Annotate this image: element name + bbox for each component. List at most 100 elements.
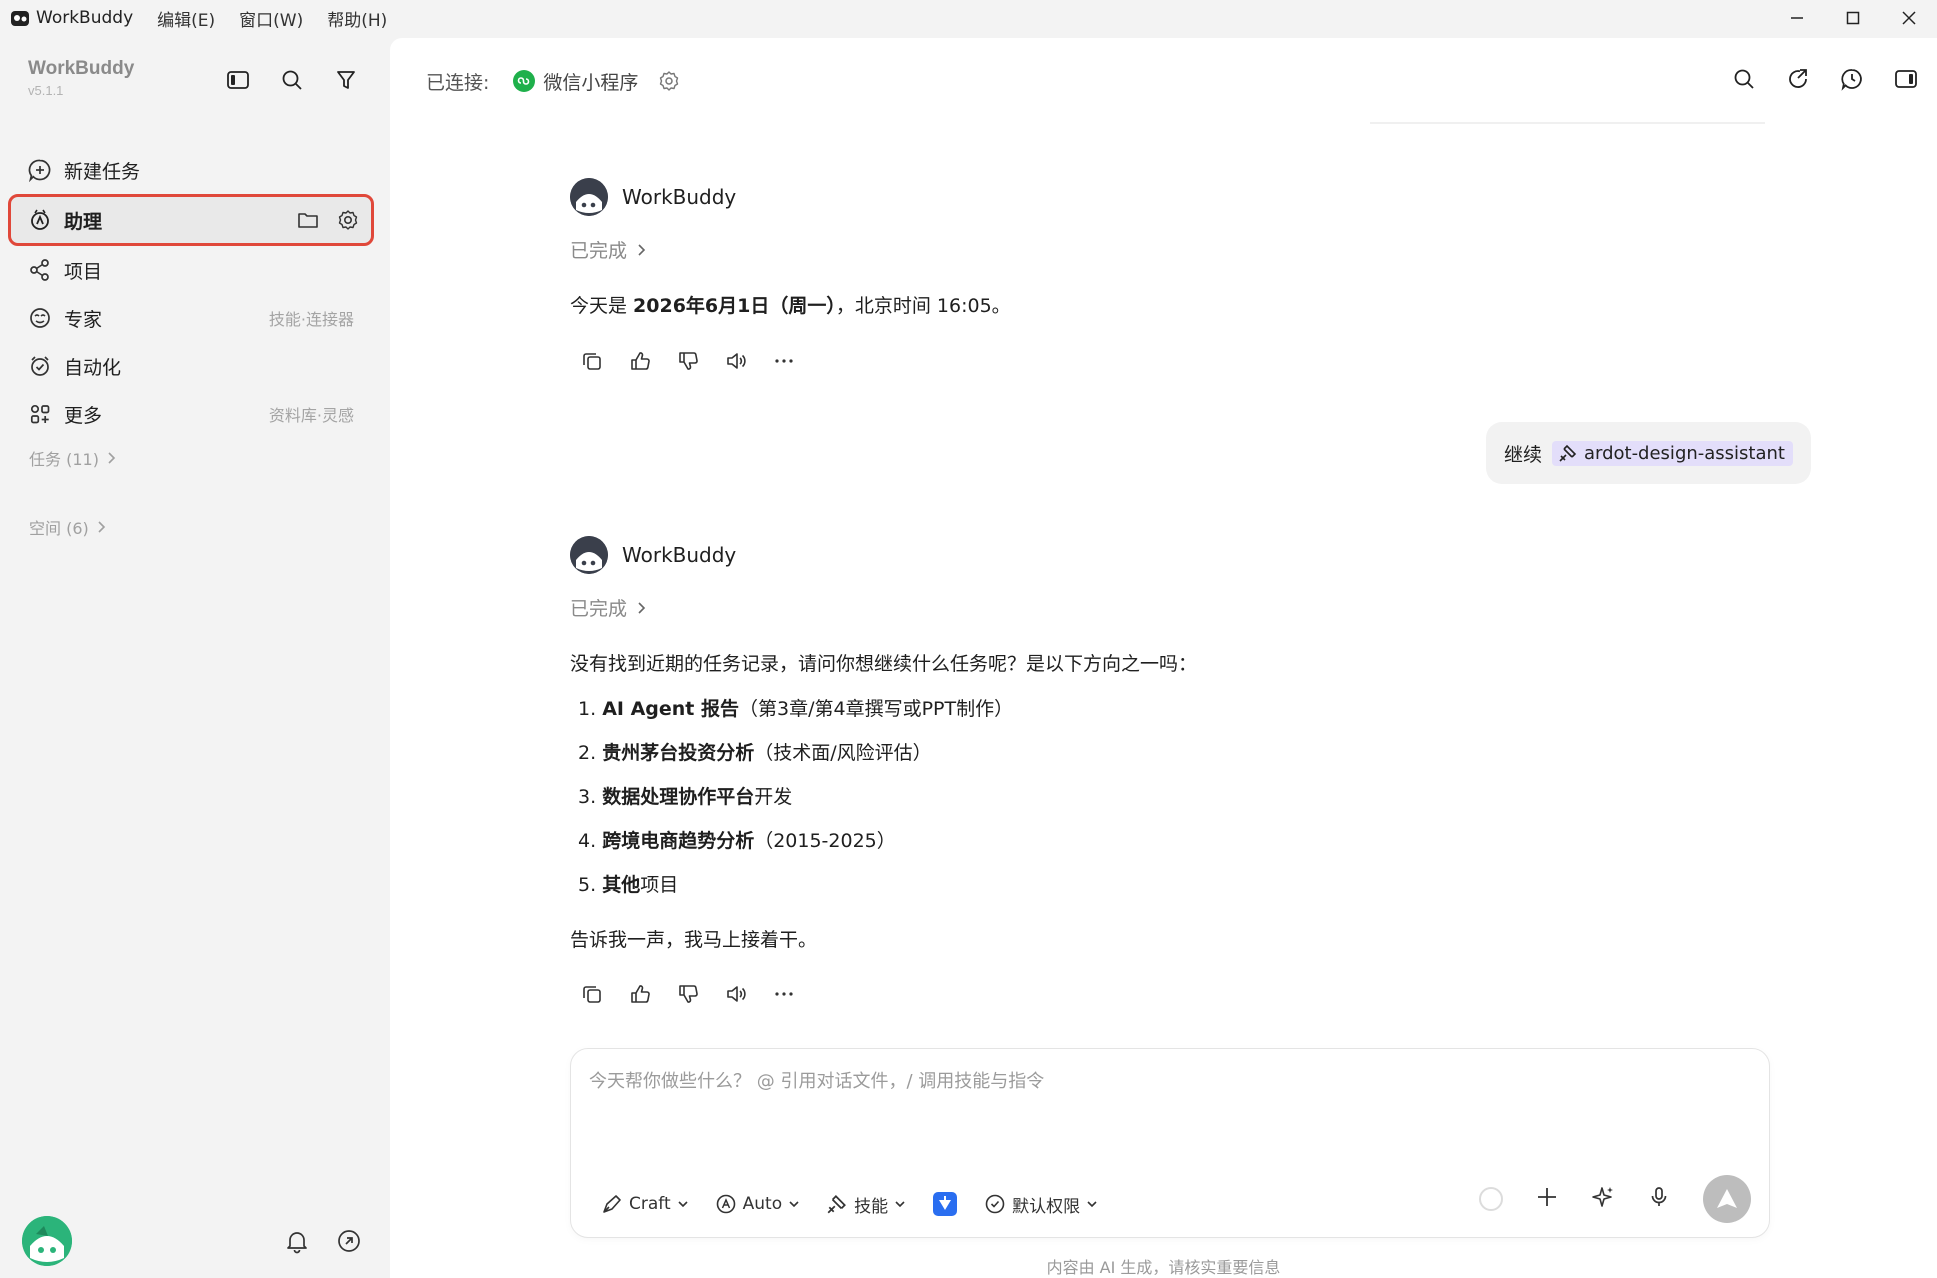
title-bar: WorkBuddy 编辑(E) 窗口(W) 帮助(H): [0, 0, 1937, 36]
version-label: v5.1.1: [28, 83, 64, 98]
connector-settings-icon[interactable]: [658, 70, 680, 92]
voice-input-button[interactable]: [1647, 1185, 1671, 1213]
link-button[interactable]: [336, 1228, 362, 1254]
group-spaces[interactable]: 空间 (6): [29, 515, 107, 539]
folder-button[interactable]: [295, 207, 321, 233]
ellipsis-icon: [775, 359, 793, 363]
search-icon: [282, 70, 302, 90]
composer-input[interactable]: 今天帮你做些什么？ @ 引用对话文件，/ 调用技能与指令: [589, 1067, 1044, 1093]
chevron-right-icon: [98, 521, 105, 533]
send-arrow-icon: [1717, 1189, 1737, 1208]
message-actions: [578, 347, 1770, 375]
sender-name: WorkBuddy: [622, 185, 737, 209]
message-intro: 没有找到近期的任务记录，请问你想继续什么任务呢？是以下方向之一吗：: [570, 653, 1198, 675]
more-actions-button[interactable]: [770, 347, 798, 375]
menu-window[interactable]: 窗口(W): [239, 6, 303, 31]
shield-check-icon: [985, 1194, 1005, 1214]
thumbs-down-icon: [679, 984, 698, 1003]
dislike-button[interactable]: [674, 347, 702, 375]
more-actions-button[interactable]: [770, 980, 798, 1008]
sidebar-item-label: 项目: [64, 260, 103, 283]
message-actions: [578, 980, 1770, 1008]
list-item-detail: 开发: [754, 786, 793, 809]
integration-button[interactable]: [932, 1191, 958, 1217]
toggle-sidebar-button[interactable]: [224, 66, 252, 94]
user-avatar-icon: [22, 1216, 72, 1266]
read-aloud-button[interactable]: [722, 980, 750, 1008]
sidebar-item-expert[interactable]: 专家 技能·连接器: [10, 294, 372, 342]
close-button[interactable]: [1881, 0, 1937, 36]
menu-help[interactable]: 帮助(H): [327, 6, 387, 31]
list-number: 3.: [578, 786, 597, 809]
connector-tag[interactable]: 微信小程序: [513, 68, 638, 95]
text-prefix: 今天是: [570, 295, 634, 317]
sidebar-search-button[interactable]: [278, 66, 306, 94]
mode-select[interactable]: Craft: [601, 1193, 689, 1215]
read-aloud-button[interactable]: [722, 347, 750, 375]
list-item-detail: （第3章/第4章撰写或PPT制作）: [739, 698, 1014, 721]
filter-button[interactable]: [332, 66, 360, 94]
sidebar-item-more[interactable]: 更多 资料库·灵感: [10, 390, 372, 438]
date-text: 2026年6月1日（周一）: [633, 295, 836, 317]
sidebar-item-label: 专家: [64, 308, 103, 331]
pen-icon: [603, 1195, 621, 1213]
sidebar-item-project[interactable]: 项目: [10, 246, 372, 294]
sidebar-tools: [224, 66, 360, 94]
avatar[interactable]: [22, 1216, 72, 1266]
share-button[interactable]: [1785, 66, 1811, 92]
send-button[interactable]: [1703, 1175, 1751, 1223]
skills-label: 技能: [854, 1196, 889, 1217]
maximize-button[interactable]: [1825, 0, 1881, 36]
status-label: 已完成: [570, 240, 628, 262]
message-composer[interactable]: 今天帮你做些什么？ @ 引用对话文件，/ 调用技能与指令 Craft Auto …: [570, 1048, 1770, 1238]
assistant-message: WorkBuddy 已完成 没有找到近期的任务记录，请问你想继续什么任务呢？是以…: [570, 536, 1770, 1008]
window-controls: [1769, 0, 1937, 36]
ellipsis-icon: [775, 992, 793, 996]
mode-label: Craft: [629, 1194, 671, 1214]
toggle-right-panel-button[interactable]: [1893, 66, 1919, 92]
gear-icon: [338, 210, 358, 230]
filter-icon: [337, 71, 355, 89]
dislike-button[interactable]: [674, 980, 702, 1008]
chevron-right-icon: [108, 452, 116, 464]
model-select[interactable]: Auto: [715, 1193, 800, 1215]
notifications-button[interactable]: [284, 1228, 310, 1254]
option-list: 1. AI Agent 报告（第3章/第4章撰写或PPT制作） 2. 贵州茅台投…: [570, 687, 1770, 907]
link-icon: [338, 1230, 360, 1252]
status-toggle[interactable]: 已完成: [570, 236, 1770, 263]
copy-button[interactable]: [578, 347, 606, 375]
enhance-prompt-button[interactable]: [1591, 1185, 1615, 1213]
skill-chip[interactable]: ardot-design-assistant: [1551, 440, 1793, 466]
assistant-icon: [28, 208, 52, 232]
attach-button[interactable]: [1535, 1185, 1559, 1213]
group-tasks[interactable]: 任务 (11): [29, 446, 117, 470]
brand: WorkBuddy v5.1.1: [28, 58, 134, 98]
sidebar-item-automation[interactable]: 自动化: [10, 342, 372, 390]
permission-select[interactable]: 默认权限: [984, 1192, 1098, 1217]
message-sender: WorkBuddy: [570, 536, 1770, 574]
automation-icon: [28, 354, 52, 378]
sidebar-item-assistant[interactable]: 助理: [8, 194, 374, 246]
chevron-down-icon: [1087, 1201, 1097, 1208]
context-usage-indicator[interactable]: [1479, 1187, 1503, 1211]
chat-search-button[interactable]: [1731, 66, 1757, 92]
skills-select[interactable]: 技能: [826, 1192, 906, 1217]
group-label: 任务 (11): [29, 450, 99, 469]
sidebar-item-new-task[interactable]: 新建任务: [10, 146, 372, 194]
copy-icon: [583, 985, 601, 1003]
minimize-button[interactable]: [1769, 0, 1825, 36]
list-item-title: 其他: [602, 874, 641, 897]
like-button[interactable]: [626, 347, 654, 375]
status-toggle[interactable]: 已完成: [570, 594, 1770, 621]
copy-button[interactable]: [578, 980, 606, 1008]
sidebar-item-hint: 技能·连接器: [268, 310, 354, 329]
history-icon: [1841, 69, 1862, 91]
menu-edit[interactable]: 编辑(E): [157, 6, 215, 31]
assistant-settings-button[interactable]: [335, 207, 361, 233]
like-button[interactable]: [626, 980, 654, 1008]
wechat-mini-program-icon: [513, 70, 536, 92]
sidebar-item-hint: 资料库·灵感: [268, 406, 354, 425]
connector-name: 微信小程序: [543, 71, 639, 94]
composer-tools-left: Craft Auto 技能 默认权限: [601, 1191, 1098, 1217]
history-button[interactable]: [1839, 66, 1865, 92]
